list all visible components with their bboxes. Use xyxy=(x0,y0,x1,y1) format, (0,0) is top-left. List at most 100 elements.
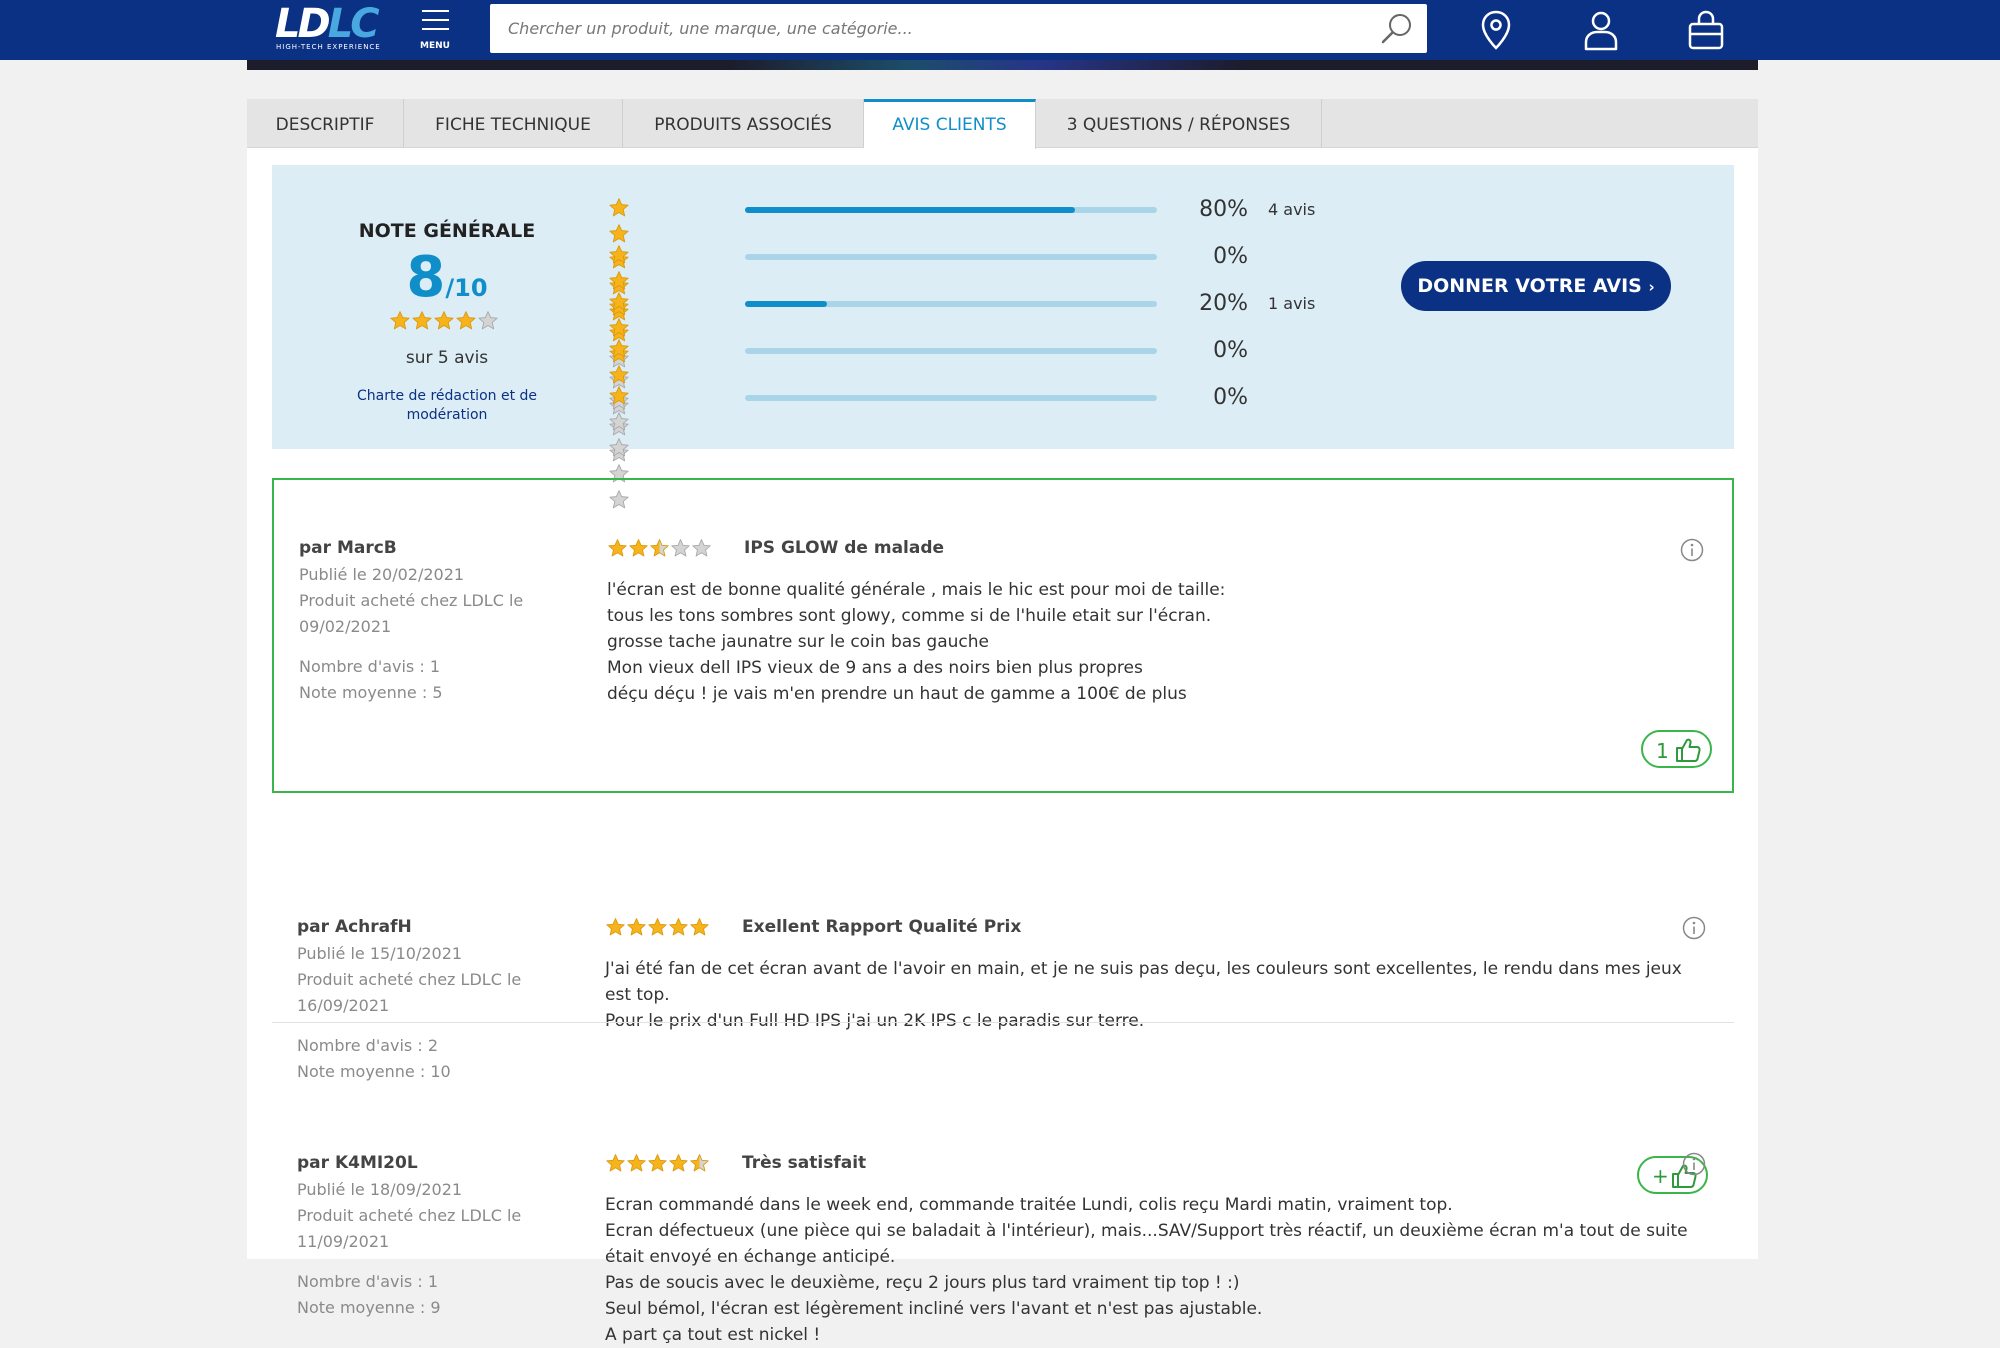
tab-questions-reponses[interactable]: 3 QUESTIONS / RÉPONSES xyxy=(1036,99,1322,148)
reviewer-review-count: Nombre d'avis : 1 xyxy=(297,1272,439,1291)
menu-button[interactable]: MENU xyxy=(418,8,454,54)
review-published-date: Publié le 20/02/2021 xyxy=(299,565,465,584)
distribution-count[interactable]: 4 avis xyxy=(1268,200,1315,219)
review-title: Exellent Rapport Qualité Prix xyxy=(742,917,1022,937)
star-icon xyxy=(606,918,625,936)
review-stars xyxy=(605,917,710,942)
logo-tagline: HIGH-TECH EXPERIENCE xyxy=(276,43,381,51)
distribution-percent: 0% xyxy=(1213,385,1248,410)
logo-text-ld: LD xyxy=(275,1,331,47)
search-icon[interactable] xyxy=(1379,10,1415,46)
distribution-count[interactable]: 1 avis xyxy=(1268,294,1315,313)
star-icon xyxy=(627,1154,646,1172)
distribution-bar xyxy=(745,254,1157,260)
star-icon xyxy=(609,386,629,405)
search-bar xyxy=(490,4,1427,53)
distribution-bar xyxy=(745,395,1157,401)
review-meta: Publié le 20/02/2021 Produit acheté chez… xyxy=(299,562,549,640)
reviewer-review-count: Nombre d'avis : 1 xyxy=(299,657,441,676)
review-body-line: tous les tons sombres sont glowy, comme … xyxy=(607,606,1212,626)
give-review-button[interactable]: DONNER VOTRE AVIS › xyxy=(1401,261,1671,311)
review-body: Ecran commandé dans le week end, command… xyxy=(605,1192,1695,1348)
review-published-date: Publié le 18/09/2021 xyxy=(297,1180,463,1199)
review-stars xyxy=(607,538,712,563)
star-icon xyxy=(650,539,669,557)
review-published-date: Publié le 15/10/2021 xyxy=(297,944,463,963)
thumbs-up-icon xyxy=(1676,738,1701,762)
overall-score: 8/10 xyxy=(272,245,622,310)
review-purchase-date: Produit acheté chez LDLC le 09/02/2021 xyxy=(299,591,524,636)
like-button[interactable]: 1 xyxy=(1641,730,1712,768)
cart-bag-icon[interactable] xyxy=(1686,8,1726,52)
summary-title: NOTE GÉNÉRALE xyxy=(358,220,536,242)
info-icon[interactable] xyxy=(1680,538,1704,562)
overall-stars xyxy=(389,310,499,336)
star-icon xyxy=(609,271,629,290)
star-icon xyxy=(609,292,629,311)
review-body-line: déçu déçu ! je vais m'en prendre un haut… xyxy=(607,684,1187,704)
reviewer-average-rating: Note moyenne : 9 xyxy=(297,1298,441,1317)
location-pin-icon[interactable] xyxy=(1476,8,1516,52)
star-icon xyxy=(609,412,629,431)
distribution-bar xyxy=(745,348,1157,354)
info-icon[interactable] xyxy=(1682,916,1706,940)
info-icon[interactable] xyxy=(1682,1152,1706,1176)
star-icon xyxy=(690,918,709,936)
product-tabs-container: DESCRIPTIF FICHE TECHNIQUE PRODUITS ASSO… xyxy=(247,99,1758,1345)
search-input[interactable] xyxy=(490,4,1360,53)
tab-fiche-technique[interactable]: FICHE TECHNIQUE xyxy=(404,99,623,148)
reviewer-average-rating: Note moyenne : 5 xyxy=(299,683,443,702)
star-icon xyxy=(609,365,629,384)
distribution-percent: 0% xyxy=(1213,338,1248,363)
star-icon xyxy=(412,311,432,330)
review-body: l'écran est de bonne qualité générale , … xyxy=(607,577,1697,707)
star-icon xyxy=(606,1154,625,1172)
reviewer-stats: Nombre d'avis : 1 Note moyenne : 5 xyxy=(299,654,549,706)
distribution-percent: 0% xyxy=(1213,244,1248,269)
review-body-line: grosse tache jaunatre sur le coin bas ga… xyxy=(607,632,989,652)
logo-text-lc: LC xyxy=(327,1,380,47)
star-icon xyxy=(609,198,629,217)
score-max: /10 xyxy=(445,274,488,302)
menu-label: MENU xyxy=(420,41,450,51)
distribution-percent: 20% xyxy=(1199,291,1248,316)
review-body-line: A part ça tout est nickel ! xyxy=(605,1325,821,1345)
star-icon xyxy=(648,1154,667,1172)
hamburger-icon xyxy=(422,10,449,12)
star-icon xyxy=(390,311,410,330)
distribution-bar-fill xyxy=(745,207,1075,213)
give-review-label: DONNER VOTRE AVIS xyxy=(1417,275,1642,297)
review-stars xyxy=(605,1153,710,1178)
reviews-count: sur 5 avis xyxy=(405,348,489,368)
star-icon xyxy=(669,1154,688,1172)
distribution-bar xyxy=(745,207,1157,213)
review-body-line: Mon vieux dell IPS vieux de 9 ans a des … xyxy=(607,658,1143,678)
chevron-right-icon: › xyxy=(1648,278,1655,296)
score-value: 8 xyxy=(406,245,446,310)
star-icon xyxy=(669,918,688,936)
star-icon xyxy=(609,224,629,243)
review-body-line: Ecran défectueux (une pièce qui se balad… xyxy=(605,1221,1688,1267)
tab-avis-clients[interactable]: AVIS CLIENTS xyxy=(864,99,1036,149)
review-body-line: J'ai été fan de cet écran avant de l'avo… xyxy=(605,959,1682,1005)
user-icon[interactable] xyxy=(1581,8,1621,52)
review-card: par K4MI20L Publié le 18/09/2021 Produit… xyxy=(272,1023,1734,1345)
review-card: par AchrafH Publié le 15/10/2021 Produit… xyxy=(272,793,1734,1081)
star-icon xyxy=(671,539,690,557)
review-author: par K4MI20L xyxy=(297,1153,418,1173)
charte-link[interactable]: Charte de rédaction et de modération xyxy=(342,387,552,425)
ldlc-logo[interactable]: LDLC HIGH-TECH EXPERIENCE xyxy=(275,1,387,52)
reviewer-stats: Nombre d'avis : 1 Note moyenne : 9 xyxy=(297,1269,547,1321)
tab-produits-associes[interactable]: PRODUITS ASSOCIÉS xyxy=(623,99,864,148)
review-body-line: Pas de soucis avec le deuxième, reçu 2 j… xyxy=(605,1273,1240,1293)
top-header: LDLC HIGH-TECH EXPERIENCE MENU xyxy=(0,0,2000,60)
review-body-line: l'écran est de bonne qualité générale , … xyxy=(607,580,1226,600)
star-icon xyxy=(627,918,646,936)
star-icon xyxy=(690,1154,709,1172)
review-author: par MarcB xyxy=(299,538,397,558)
distribution-bar-fill xyxy=(745,301,828,307)
like-count: 1 xyxy=(1656,739,1669,763)
product-banner-strip xyxy=(247,60,1758,70)
distribution-bar xyxy=(745,301,1157,307)
tab-descriptif[interactable]: DESCRIPTIF xyxy=(247,99,404,148)
